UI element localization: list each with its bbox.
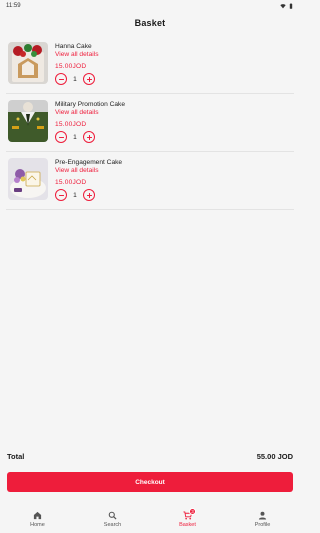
item-name: Military Promotion Cake bbox=[55, 101, 125, 108]
home-icon bbox=[33, 511, 42, 520]
nav-basket-label: Basket bbox=[179, 522, 196, 528]
nav-home-label: Home bbox=[30, 522, 45, 528]
view-details-link[interactable]: View all details bbox=[55, 51, 99, 59]
item-info: Hanna Cake View all details 15.00JOD 1 bbox=[55, 43, 99, 85]
quantity-value: 1 bbox=[73, 191, 77, 199]
plus-icon bbox=[86, 76, 92, 82]
quantity-stepper: 1 bbox=[55, 131, 125, 143]
basket-list: Hanna Cake View all details 15.00JOD 1 M… bbox=[0, 36, 300, 210]
view-details-link[interactable]: View all details bbox=[55, 167, 122, 175]
decrease-button[interactable] bbox=[55, 131, 67, 143]
battery-icon bbox=[289, 3, 293, 9]
item-price: 15.00JOD bbox=[55, 121, 87, 128]
increase-button[interactable] bbox=[83, 131, 95, 143]
basket-item: Pre-Engagement Cake View all details 15.… bbox=[6, 152, 294, 210]
product-thumbnail[interactable] bbox=[8, 158, 48, 200]
item-name: Hanna Cake bbox=[55, 43, 92, 50]
quantity-stepper: 1 bbox=[55, 189, 122, 201]
minus-icon bbox=[58, 136, 64, 138]
item-name: Pre-Engagement Cake bbox=[55, 159, 123, 166]
status-bar: 11:59 bbox=[0, 0, 300, 12]
quantity-value: 1 bbox=[73, 75, 77, 83]
decrease-button[interactable] bbox=[55, 73, 67, 85]
item-price: 15.00JOD bbox=[55, 179, 87, 186]
total-row: Total 55.00 JOD bbox=[7, 451, 293, 461]
nav-home[interactable]: Home bbox=[3, 511, 73, 528]
minus-icon bbox=[58, 194, 64, 196]
person-icon bbox=[258, 511, 267, 520]
view-details-link[interactable]: View all details bbox=[55, 109, 125, 117]
checkout-button[interactable]: Checkout bbox=[7, 472, 293, 492]
bottom-nav: Home Search 3 Basket Profile bbox=[0, 506, 300, 533]
item-info: Pre-Engagement Cake View all details 15.… bbox=[55, 159, 122, 201]
nav-basket[interactable]: 3 Basket bbox=[153, 508, 223, 528]
basket-item: Hanna Cake View all details 15.00JOD 1 bbox=[6, 36, 294, 94]
basket-item: Military Promotion Cake View all details… bbox=[6, 94, 294, 152]
wifi-icon bbox=[280, 4, 286, 9]
plus-icon bbox=[86, 134, 92, 140]
search-icon bbox=[108, 511, 117, 520]
basket-count-badge: 3 bbox=[189, 508, 196, 515]
quantity-stepper: 1 bbox=[55, 73, 99, 85]
nav-profile[interactable]: Profile bbox=[228, 511, 298, 528]
status-icons bbox=[280, 3, 294, 9]
product-thumbnail[interactable] bbox=[8, 100, 48, 142]
plus-icon bbox=[86, 192, 92, 198]
page-title: Basket bbox=[134, 18, 166, 28]
increase-button[interactable] bbox=[83, 73, 95, 85]
item-price: 15.00JOD bbox=[55, 63, 87, 70]
item-info: Military Promotion Cake View all details… bbox=[55, 101, 125, 143]
increase-button[interactable] bbox=[83, 189, 95, 201]
total-label: Total bbox=[7, 451, 25, 461]
nav-search[interactable]: Search bbox=[78, 511, 148, 528]
minus-icon bbox=[58, 78, 64, 80]
product-thumbnail[interactable] bbox=[8, 42, 48, 84]
total-value: 55.00 JOD bbox=[256, 451, 293, 461]
nav-search-label: Search bbox=[103, 522, 122, 528]
status-time: 11:59 bbox=[6, 3, 21, 9]
quantity-value: 1 bbox=[73, 133, 77, 141]
nav-profile-label: Profile bbox=[254, 522, 271, 528]
decrease-button[interactable] bbox=[55, 189, 67, 201]
